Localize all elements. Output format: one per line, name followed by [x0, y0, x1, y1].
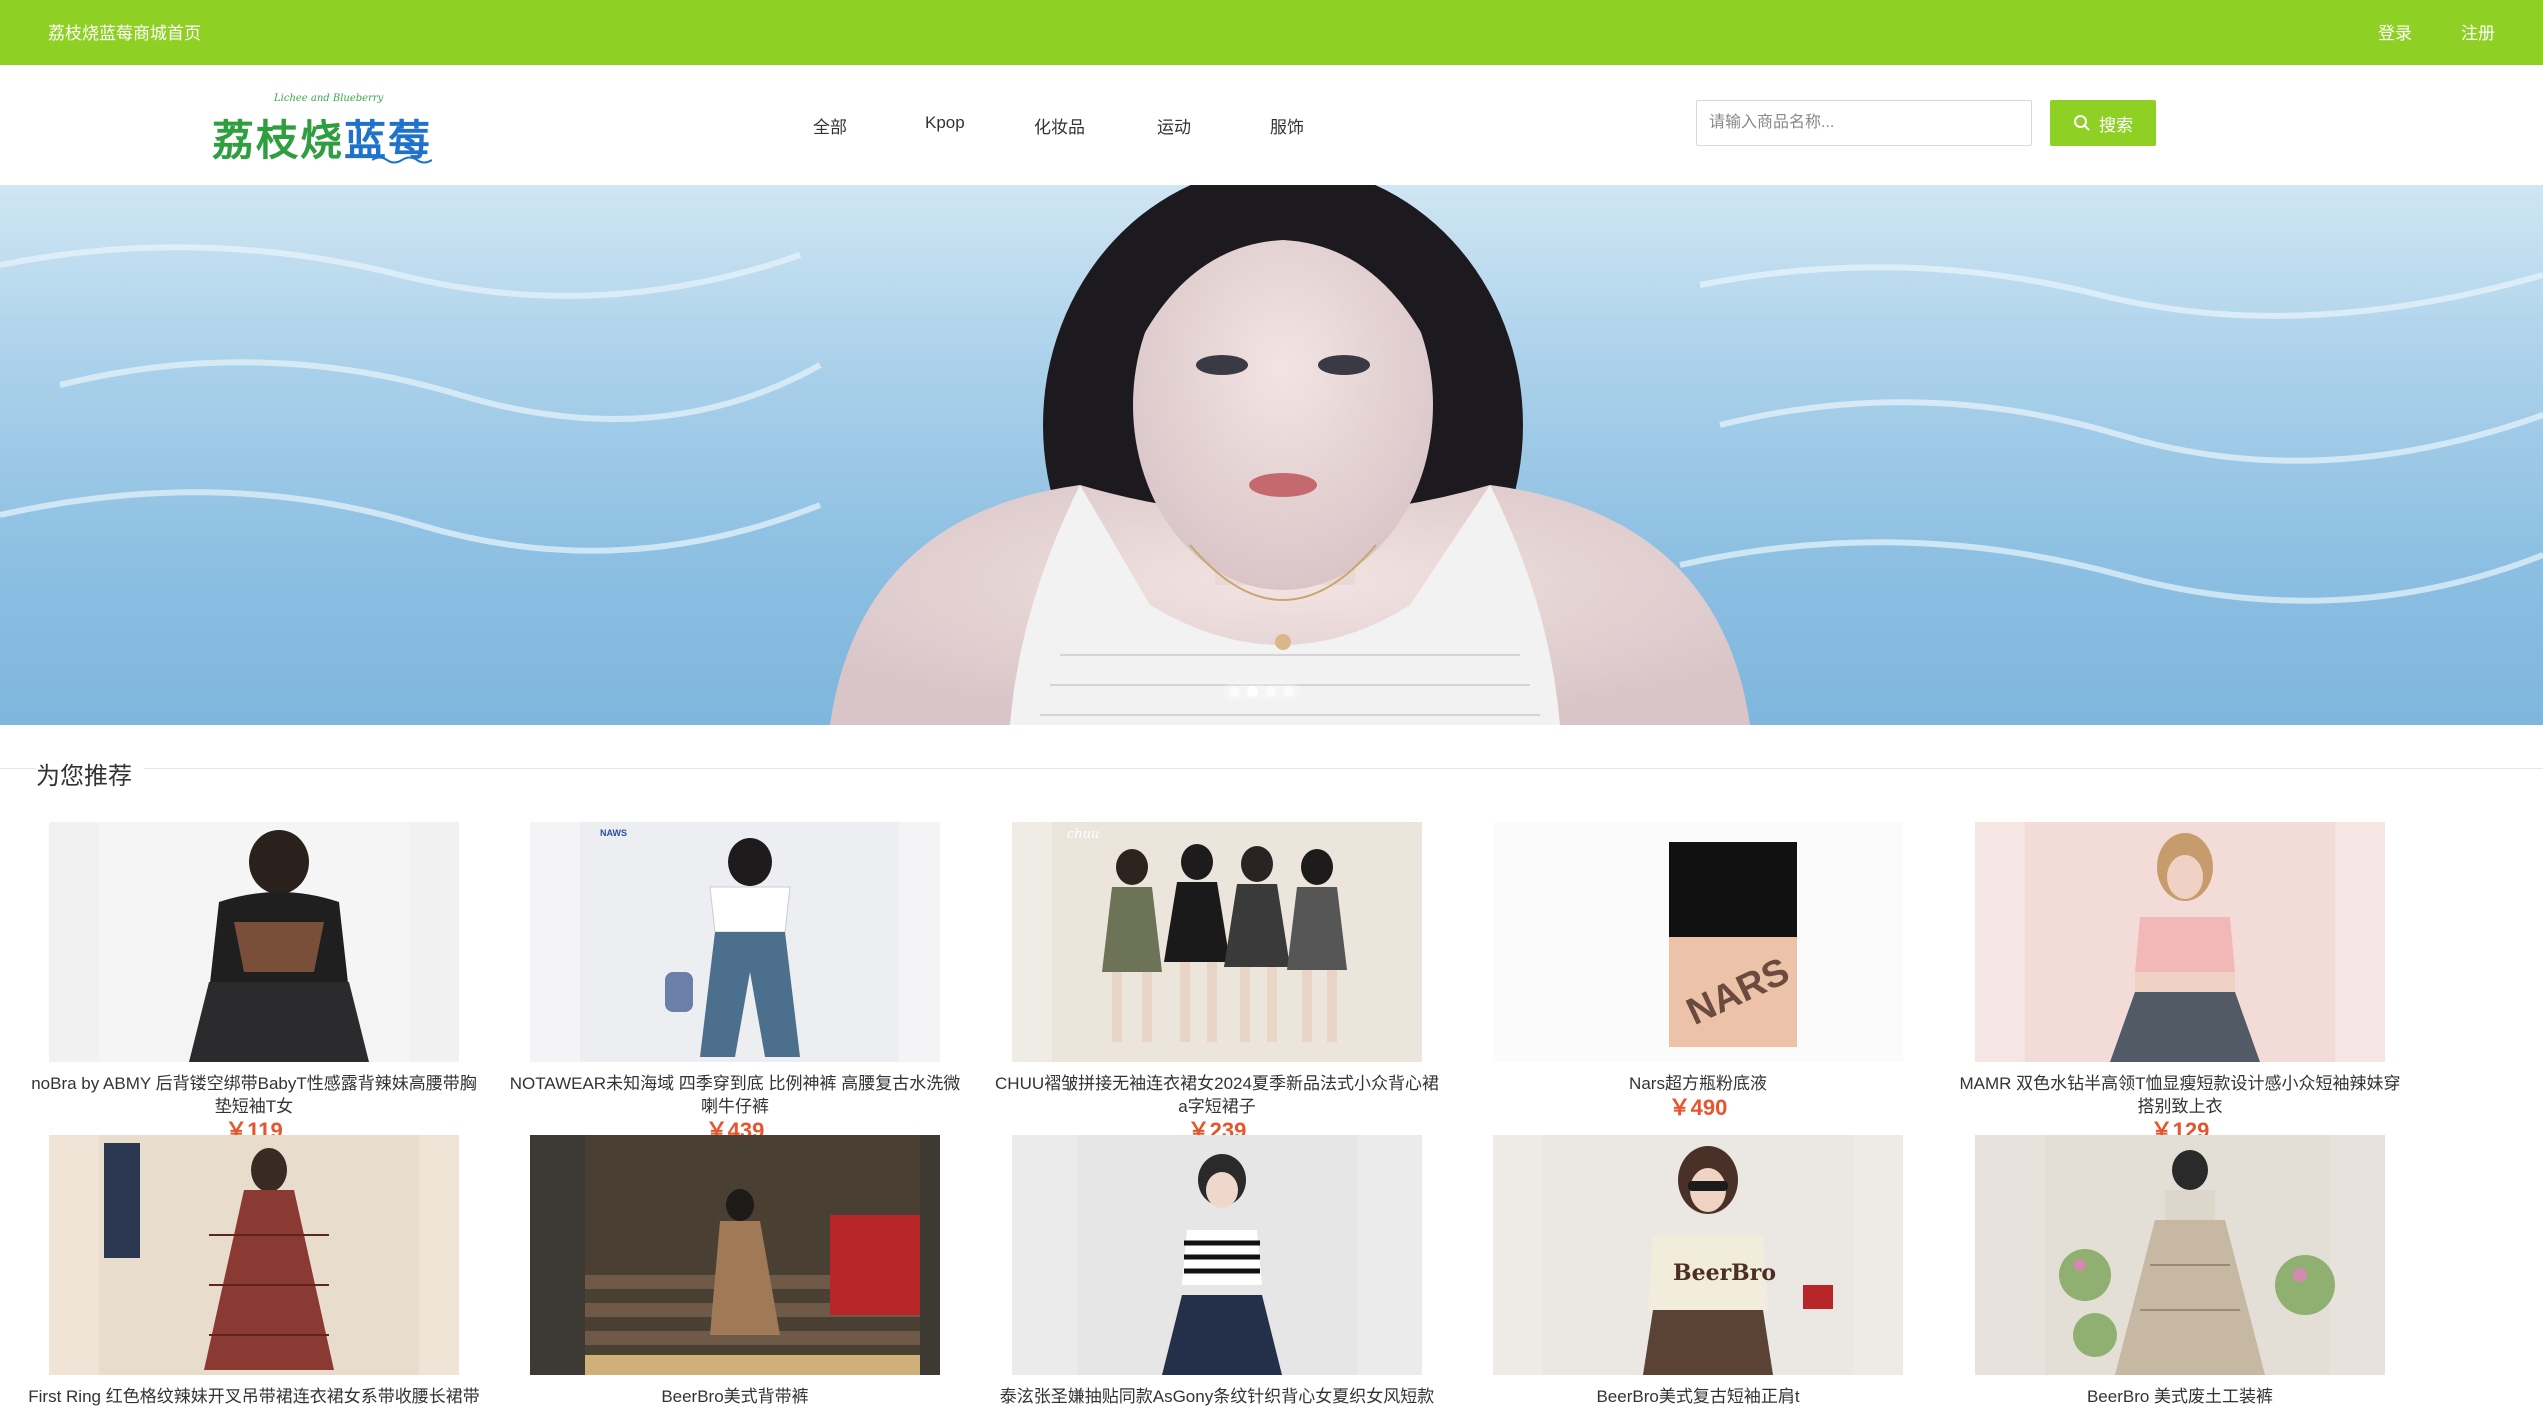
login-link[interactable]: 登录 [2378, 19, 2412, 44]
product-image-graphic: BeerBro [1543, 1135, 1853, 1375]
product-image-graphic [99, 822, 409, 1062]
product-image[interactable] [530, 1135, 940, 1375]
product-name[interactable]: BeerBro 美式废土工装裤 [1950, 1385, 2410, 1408]
product-name[interactable]: noBra by ABMY 后背镂空绑带BabyT性感露背辣妹高腰带胸垫短袖T女 [24, 1072, 484, 1118]
search-button-label: 搜索 [2099, 115, 2133, 135]
svg-text:BeerBro: BeerBro [1673, 1260, 1776, 1286]
svg-text:chuu: chuu [1067, 827, 1099, 842]
banner-carousel[interactable] [0, 185, 2543, 725]
product-image[interactable] [1012, 1135, 1422, 1375]
product-name[interactable]: NOTAWEAR未知海域 四季穿到底 比例神裤 高腰复古水洗微喇牛仔裤 [505, 1072, 965, 1118]
product-image-graphic [2025, 822, 2335, 1062]
product-name[interactable]: MAMR 双色水钻半高领T恤显瘦短款设计感小众短袖辣妹穿搭别致上衣 [1950, 1072, 2410, 1118]
product-image[interactable]: chuu [1012, 822, 1422, 1062]
nav-item-kpop[interactable]: Kpop [925, 113, 965, 133]
product-image[interactable] [1975, 1135, 2385, 1375]
product-card[interactable]: NARS Nars超方瓶粉底液 ￥490 [1468, 822, 1928, 1121]
product-image-graphic: NAWS [580, 822, 898, 1062]
logo-subtitle: Lichee and Blueberry [274, 93, 384, 104]
svg-text:NAWS: NAWS [600, 828, 627, 838]
product-image-graphic [99, 1135, 419, 1375]
product-card[interactable]: noBra by ABMY 后背镂空绑带BabyT性感露背辣妹高腰带胸垫短袖T女… [24, 822, 484, 1144]
product-price: ￥490 [1668, 1095, 1728, 1120]
carousel-dot-2[interactable] [1247, 686, 1258, 697]
product-name[interactable]: BeerBro美式复古短袖正肩t [1468, 1385, 1928, 1408]
logo-wave-icon [372, 156, 432, 164]
carousel-dots [1223, 683, 1300, 700]
product-card[interactable]: BeerBro美式背带裤 [505, 1135, 965, 1408]
product-card[interactable]: BeerBro BeerBro美式复古短袖正肩t [1468, 1135, 1928, 1408]
product-card[interactable]: NAWS NOTAWEAR未知海域 四季穿到底 比例神裤 高腰复古水洗微喇牛仔裤… [505, 822, 965, 1144]
register-link[interactable]: 注册 [2461, 19, 2495, 44]
product-image-graphic [585, 1135, 920, 1375]
product-image[interactable]: BeerBro [1493, 1135, 1903, 1375]
product-card[interactable]: BeerBro 美式废土工装裤 [1950, 1135, 2410, 1408]
top-bar: 荔枝烧蓝莓商城首页 登录 注册 [0, 0, 2543, 65]
search-input[interactable] [1696, 100, 2032, 146]
section-title: 为您推荐 [36, 756, 144, 791]
product-image[interactable]: NARS [1493, 822, 1903, 1062]
nav-item-clothing[interactable]: 服饰 [1270, 113, 1304, 138]
product-name[interactable]: Nars超方瓶粉底液 [1468, 1072, 1928, 1095]
product-image[interactable] [1975, 822, 2385, 1062]
product-name[interactable]: BeerBro美式背带裤 [505, 1385, 965, 1408]
product-image-graphic: NARS [1493, 822, 1903, 1062]
section-divider [0, 768, 2543, 769]
product-image-graphic: chuu [1052, 822, 1422, 1062]
product-card[interactable]: chuu CHUU褶皱拼接无袖连衣裙女2024夏季新品法式小众背心裙a字短裙子 … [987, 822, 1447, 1144]
product-image[interactable] [49, 822, 459, 1062]
nav-item-all[interactable]: 全部 [813, 113, 847, 138]
search-button[interactable]: 搜索 [2050, 100, 2156, 146]
carousel-dot-3[interactable] [1265, 686, 1276, 697]
product-card[interactable]: First Ring 红色格纹辣妹开叉吊带裙连衣裙女系带收腰长裙带 [24, 1135, 484, 1408]
site-logo[interactable]: Lichee and Blueberry 荔枝烧蓝莓 [212, 93, 452, 173]
product-card[interactable]: MAMR 双色水钻半高领T恤显瘦短款设计感小众短袖辣妹穿搭别致上衣 ￥129 [1950, 822, 2410, 1144]
carousel-dot-1[interactable] [1229, 686, 1240, 697]
banner-image [0, 185, 2543, 725]
carousel-dot-4[interactable] [1283, 686, 1294, 697]
header: Lichee and Blueberry 荔枝烧蓝莓 全部 Kpop 化妆品 运… [0, 65, 2543, 185]
product-image-graphic [1077, 1135, 1357, 1375]
product-image[interactable]: NAWS [530, 822, 940, 1062]
product-image-graphic [2045, 1135, 2335, 1375]
nav-item-sports[interactable]: 运动 [1157, 113, 1191, 138]
product-name[interactable]: First Ring 红色格纹辣妹开叉吊带裙连衣裙女系带收腰长裙带 [24, 1385, 484, 1408]
site-home-title[interactable]: 荔枝烧蓝莓商城首页 [48, 19, 201, 44]
nav-item-cosmetics[interactable]: 化妆品 [1034, 113, 1085, 138]
logo-text-green: 荔枝烧 [212, 116, 345, 165]
product-name[interactable]: CHUU褶皱拼接无袖连衣裙女2024夏季新品法式小众背心裙a字短裙子 [987, 1072, 1447, 1118]
product-card[interactable]: 泰泫张圣嫌抽贴同款AsGony条纹针织背心女夏织女风短款 [987, 1135, 1447, 1408]
product-name[interactable]: 泰泫张圣嫌抽贴同款AsGony条纹针织背心女夏织女风短款 [987, 1385, 1447, 1408]
search-icon [2074, 115, 2090, 131]
product-image[interactable] [49, 1135, 459, 1375]
